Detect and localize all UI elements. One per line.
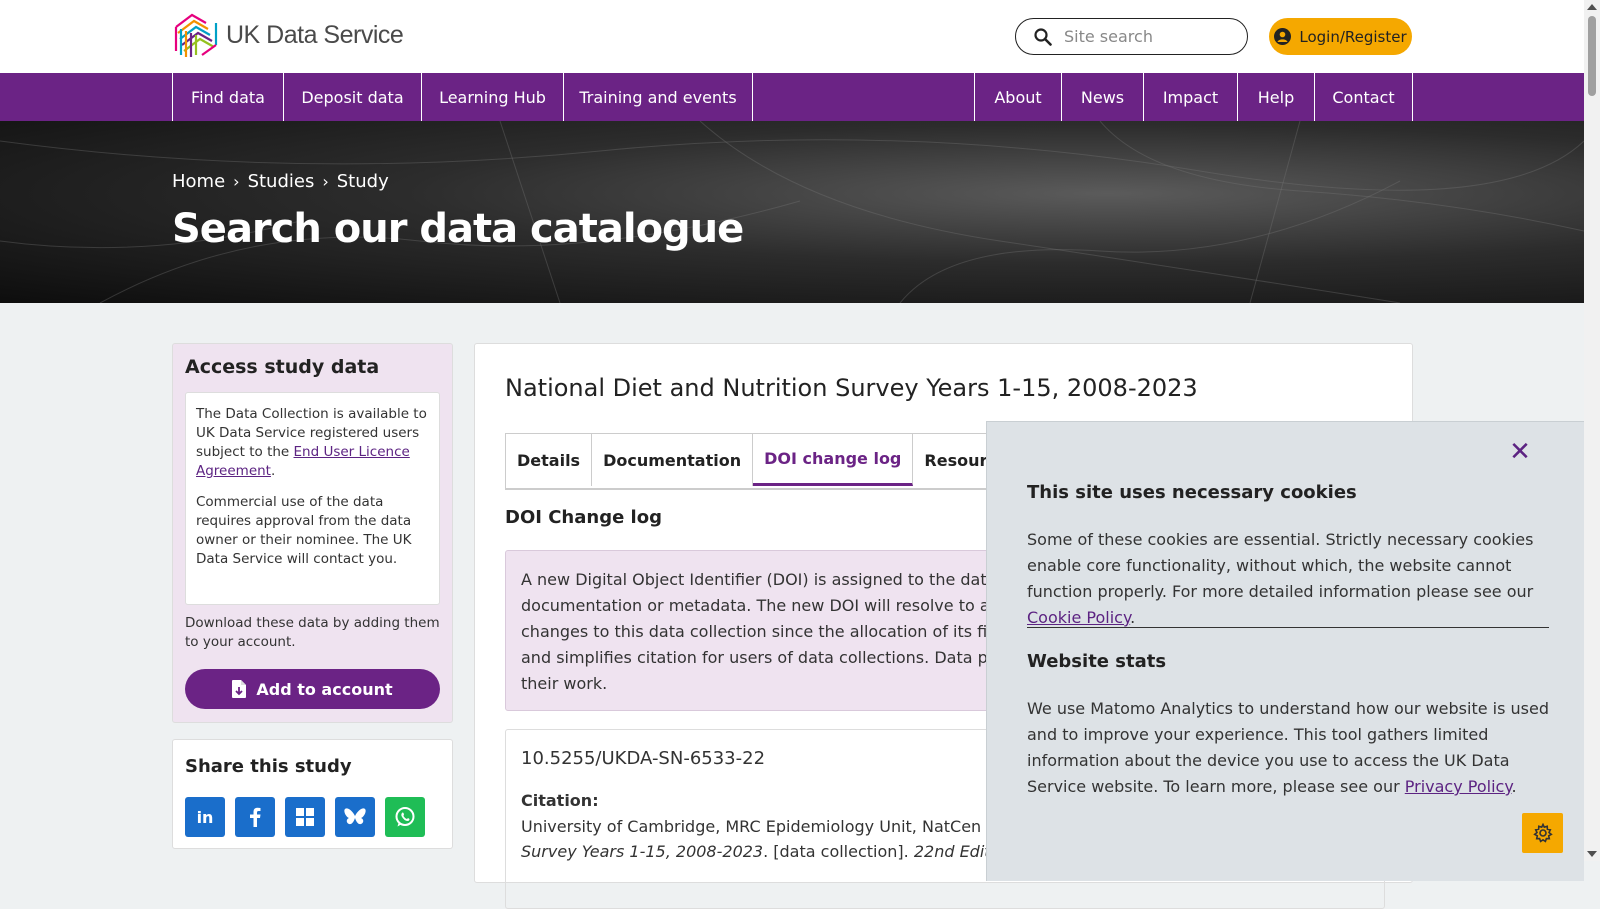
nav-label: Learning Hub xyxy=(439,87,546,107)
chevron-right-icon: › xyxy=(322,172,329,191)
divider xyxy=(1027,627,1549,628)
download-instructions: Download these data by adding them to yo… xyxy=(185,615,440,650)
cookie-policy-link[interactable]: Cookie Policy xyxy=(1027,608,1130,627)
add-to-account-button[interactable]: Add to account xyxy=(185,669,440,709)
cookie-settings-gear-icon[interactable] xyxy=(1522,813,1563,853)
site-search[interactable] xyxy=(1015,18,1248,55)
access-info-box: The Data Collection is available to UK D… xyxy=(185,392,440,605)
whatsapp-icon[interactable] xyxy=(385,797,425,837)
necessary-cookies-text: Some of these cookies are essential. Str… xyxy=(1027,527,1552,631)
file-download-icon xyxy=(232,680,247,698)
ukds-logo-mark-icon xyxy=(174,13,218,57)
study-tabs: Details Documentation DOI change log Res… xyxy=(505,433,1031,490)
close-icon[interactable]: ✕ xyxy=(1504,436,1536,468)
necessary-cookies-heading: This site uses necessary cookies xyxy=(1027,482,1357,503)
breadcrumb: Home › Studies › Study xyxy=(172,171,389,192)
breadcrumb-study: Study xyxy=(336,171,389,192)
nav-deposit-data[interactable]: Deposit data xyxy=(283,73,421,121)
nav-news[interactable]: News xyxy=(1061,73,1143,121)
cookie-text: . xyxy=(1511,777,1517,796)
search-input[interactable] xyxy=(1062,26,1236,47)
commercial-use-text: Commercial use of the data requires appr… xyxy=(196,494,412,567)
chevron-right-icon: › xyxy=(233,172,240,191)
tab-documentation[interactable]: Documentation xyxy=(592,434,754,486)
access-availability-text: The Data Collection is available to UK D… xyxy=(196,405,429,481)
breadcrumb-home[interactable]: Home xyxy=(172,171,225,192)
cookie-text: . xyxy=(1130,608,1136,627)
website-stats-text: We use Matomo Analytics to understand ho… xyxy=(1027,696,1552,800)
nav-label: Training and events xyxy=(579,87,737,107)
nav-label: Help xyxy=(1257,87,1295,107)
nav-about[interactable]: About xyxy=(974,73,1061,121)
nav-learning-hub[interactable]: Learning Hub xyxy=(421,73,563,121)
nav-training-events[interactable]: Training and events xyxy=(563,73,753,121)
nav-help[interactable]: Help xyxy=(1237,73,1314,121)
access-text-suffix: . xyxy=(270,463,276,479)
nav-contact[interactable]: Contact xyxy=(1314,73,1413,121)
hero-banner: Home › Studies › Study Search our data c… xyxy=(0,121,1584,303)
search-icon xyxy=(1034,27,1052,46)
citation-title: Survey Years 1-15, 2008-2023 xyxy=(521,842,764,861)
add-to-account-label: Add to account xyxy=(256,679,393,699)
logo-text: UK Data Service xyxy=(226,20,404,49)
login-register-label: Login/Register xyxy=(1299,27,1407,46)
tab-doi-change-log[interactable]: DOI change log xyxy=(753,434,914,486)
nav-label: News xyxy=(1080,87,1125,107)
scroll-thumb[interactable] xyxy=(1588,16,1596,96)
scroll-up-arrow-icon[interactable] xyxy=(1587,4,1597,10)
share-title: Share this study xyxy=(185,756,352,777)
access-study-data-card: Access study data The Data Collection is… xyxy=(172,343,453,723)
nav-find-data[interactable]: Find data xyxy=(172,73,283,121)
page-scrollbar[interactable] xyxy=(1584,0,1600,861)
user-circle-icon xyxy=(1274,28,1292,45)
website-stats-heading: Website stats xyxy=(1027,651,1167,672)
share-icons: in xyxy=(185,797,425,837)
page-title: Search our data catalogue xyxy=(172,206,744,252)
site-header: UK Data Service Login/Register xyxy=(0,0,1584,73)
cookie-text: Some of these cookies are essential. Str… xyxy=(1027,530,1534,601)
cookie-consent-panel: ✕ This site uses necessary cookies Some … xyxy=(986,421,1584,881)
share-study-card: Share this study in xyxy=(172,739,453,849)
site-logo[interactable]: UK Data Service xyxy=(172,9,404,61)
nav-label: About xyxy=(994,87,1042,107)
doi-change-log-heading: DOI Change log xyxy=(505,507,662,528)
study-title: National Diet and Nutrition Survey Years… xyxy=(505,374,1198,402)
facebook-icon[interactable] xyxy=(235,797,275,837)
privacy-policy-link[interactable]: Privacy Policy xyxy=(1405,777,1512,796)
nav-label: Contact xyxy=(1332,87,1395,107)
nav-label: Find data xyxy=(191,87,265,107)
nav-label: Deposit data xyxy=(301,87,404,107)
login-register-button[interactable]: Login/Register xyxy=(1269,18,1412,55)
linkedin-icon[interactable]: in xyxy=(185,797,225,837)
breadcrumb-studies[interactable]: Studies xyxy=(248,171,315,192)
access-title: Access study data xyxy=(185,356,380,378)
tab-details[interactable]: Details xyxy=(506,434,593,486)
scroll-down-arrow-icon[interactable] xyxy=(1587,851,1597,857)
nav-impact[interactable]: Impact xyxy=(1143,73,1237,121)
nav-label: Impact xyxy=(1162,87,1219,107)
microsoft-icon[interactable] xyxy=(285,797,325,837)
citation-type: . [data collection]. xyxy=(763,842,914,861)
bluesky-icon[interactable] xyxy=(335,797,375,837)
main-nav: Find data Deposit data Learning Hub Trai… xyxy=(0,73,1584,121)
